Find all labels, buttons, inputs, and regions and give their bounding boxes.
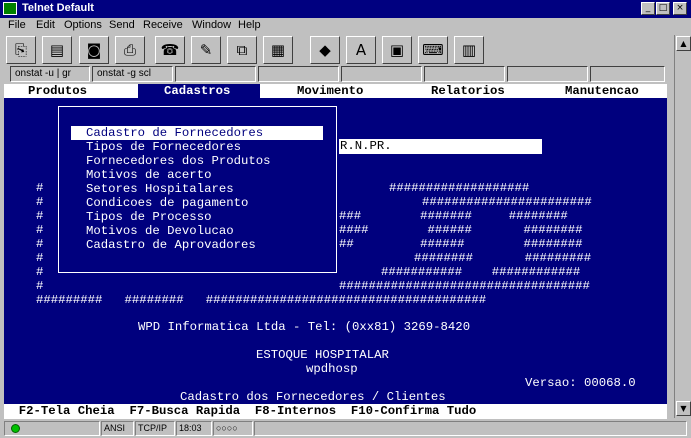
scroll-down-icon[interactable]: ▼ [676, 401, 691, 416]
hash-art: # [36, 209, 44, 223]
hash-art: # [36, 251, 44, 265]
paste-icon[interactable]: ▤ [42, 36, 72, 64]
submenu-item-tipos-processo[interactable]: Tipos de Processo [86, 210, 211, 224]
hash-art: ####################### [422, 195, 592, 209]
status-message [254, 421, 687, 436]
session-tab-3[interactable] [175, 66, 256, 82]
hash-art: ################################## [339, 279, 590, 293]
hash-art: ######## ######### [414, 251, 592, 265]
status-time: 18:03 [176, 421, 212, 436]
keypad-icon[interactable]: ▥ [454, 36, 484, 64]
submenu-item-cadastro-fornecedores[interactable]: Cadastro de Fornecedores [71, 126, 323, 140]
hash-art: #### ###### ######## [339, 223, 583, 237]
terminal-menu-bar: Produtos Cadastros Movimento Relatorios … [4, 84, 667, 98]
menu-window[interactable]: Window [192, 19, 231, 31]
hash-art: # [36, 237, 44, 251]
camera-icon[interactable]: ◙ [79, 36, 109, 64]
session-tab-1[interactable]: onstat -u | gr [10, 66, 90, 82]
submenu-item-motivos-devolucao[interactable]: Motivos de Devolucao [86, 224, 234, 238]
copy-icon[interactable]: ⎘ [6, 36, 36, 64]
hash-art: # [36, 181, 44, 195]
session-tab-6[interactable] [424, 66, 505, 82]
session-tab-8[interactable] [590, 66, 665, 82]
session-tab-5[interactable] [341, 66, 422, 82]
menu-edit[interactable]: Edit [36, 19, 55, 31]
maximize-button[interactable]: □ [656, 2, 670, 15]
session-tab-4[interactable] [258, 66, 339, 82]
hash-art: ########### ############ [381, 265, 581, 279]
company-info: WPD Informatica Ltda - Tel: (0xx81) 3269… [138, 320, 471, 334]
hash-art: ### ####### ######## [339, 209, 568, 223]
session-tab-2[interactable]: onstat -g scl [92, 66, 173, 82]
menu-help[interactable]: Help [238, 19, 261, 31]
submenu-item-tipos-fornecedores[interactable]: Tipos de Fornecedores [86, 140, 241, 154]
menu-receive[interactable]: Receive [143, 19, 183, 31]
screen-title: Cadastro dos Fornecedores / Clientes [180, 390, 446, 404]
font-icon[interactable]: A [346, 36, 376, 64]
function-keys-bar: F2-Tela Cheia F7-Busca Rapida F8-Interno… [4, 404, 667, 419]
cadastros-submenu: Cadastro de Fornecedores Tipos de Fornec… [58, 106, 337, 273]
submenu-item-cadastro-aprovadores[interactable]: Cadastro de Aprovadores [86, 238, 256, 252]
scroll-up-icon[interactable]: ▲ [676, 36, 691, 51]
menu-send[interactable]: Send [109, 19, 135, 31]
print-icon[interactable]: ⎙ [115, 36, 145, 64]
window-title: Telnet Default [22, 2, 94, 14]
terminal-menu-movimento[interactable]: Movimento [297, 84, 363, 98]
close-button[interactable]: × [673, 2, 687, 15]
version-label: Versao: 00068.0 [525, 376, 636, 390]
menu-file[interactable]: File [8, 19, 26, 31]
terminal-menu-manutencao[interactable]: Manutencao [565, 84, 639, 98]
connection-status-icon [11, 424, 20, 433]
phone-icon[interactable]: ☎ [155, 36, 185, 64]
session-tab-7[interactable] [507, 66, 588, 82]
status-terminal-mode: ANSI [101, 421, 134, 436]
hash-art: ######### ######## #####################… [36, 293, 487, 307]
terminal-menu-cadastros[interactable]: Cadastros [138, 84, 261, 98]
network-icon[interactable]: ⧉ [227, 36, 257, 64]
telnet-app-icon[interactable] [3, 2, 17, 15]
hash-art: ################### [389, 181, 530, 195]
session-bar: onstat -u | gr onstat -g scl [10, 66, 665, 83]
menu-options[interactable]: Options [64, 19, 102, 31]
disconnect-icon[interactable]: ✎ [191, 36, 221, 64]
keyboard-icon[interactable]: ⌨ [418, 36, 448, 64]
hash-art: # [36, 279, 44, 293]
terminal-menu-relatorios[interactable]: Relatorios [431, 84, 505, 98]
status-indicator: ○○○○ [213, 421, 253, 436]
minimize-button[interactable]: _ [641, 2, 655, 15]
terminal-input-field[interactable]: R.N.PR. [339, 139, 542, 154]
submenu-item-setores-hospitalares[interactable]: Setores Hospitalares [86, 182, 234, 196]
car-icon[interactable]: ◆ [310, 36, 340, 64]
hash-art: # [36, 223, 44, 237]
computer-icon[interactable]: ▣ [382, 36, 412, 64]
status-protocol: TCP/IP [135, 421, 175, 436]
submenu-item-motivos-acerto[interactable]: Motivos de acerto [86, 168, 211, 182]
status-bar: ANSI TCP/IP 18:03 ○○○○ [0, 420, 691, 438]
terminal-screen[interactable]: Produtos Cadastros Movimento Relatorios … [4, 84, 667, 419]
submenu-item-condicoes-pagamento[interactable]: Condicoes de pagamento [86, 196, 248, 210]
hash-art: # [36, 265, 44, 279]
terminal-menu-produtos[interactable]: Produtos [28, 84, 87, 98]
layout-icon[interactable]: ▦ [263, 36, 293, 64]
database-name: wpdhosp [306, 362, 358, 376]
menu-bar: File Edit Options Send Receive Window He… [0, 18, 691, 35]
toolbar: ⎘ ▤ ◙ ⎙ ☎ ✎ ⧉ ▦ ◆ A ▣ ⌨ ▥ [0, 35, 672, 65]
vertical-scrollbar[interactable]: ▲ ▼ [674, 35, 691, 418]
hash-art: # [36, 195, 44, 209]
title-bar[interactable]: Telnet Default _ □ × [0, 0, 691, 18]
system-name: ESTOQUE HOSPITALAR [256, 348, 389, 362]
hash-art: ## ###### ######## [339, 237, 583, 251]
submenu-item-fornecedores-produtos[interactable]: Fornecedores dos Produtos [86, 154, 270, 168]
